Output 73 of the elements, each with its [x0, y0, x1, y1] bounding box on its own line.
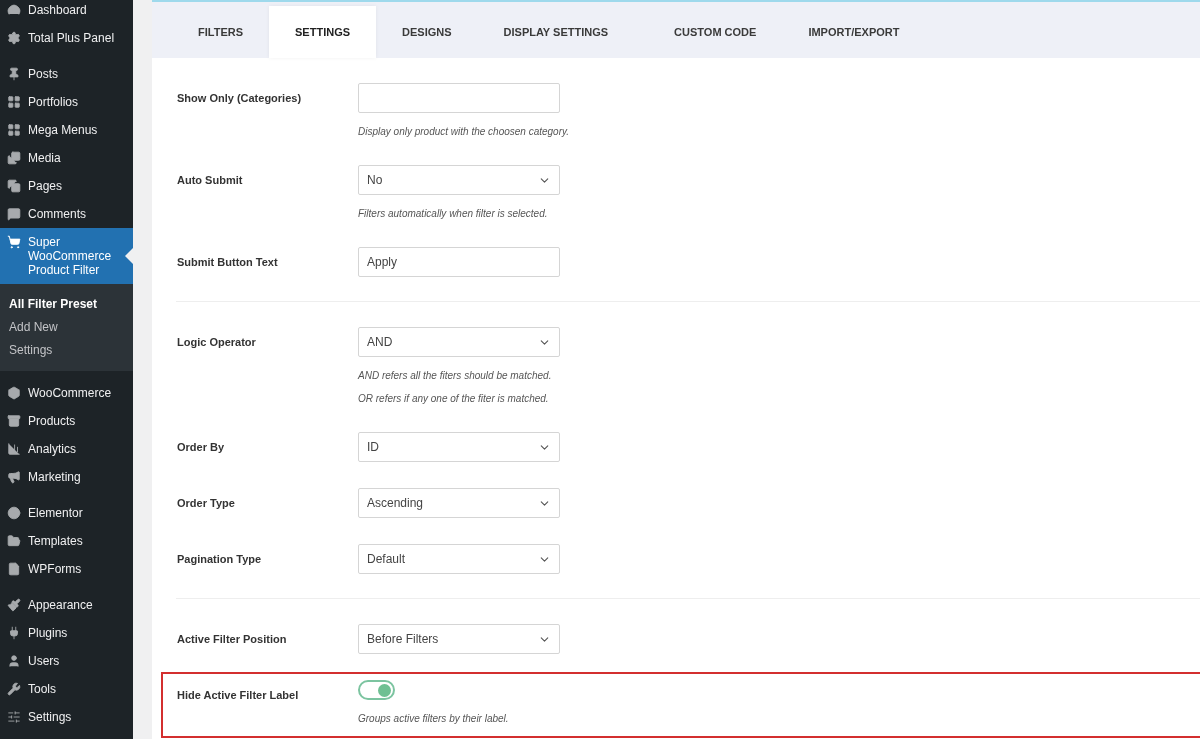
sliders-icon: [7, 710, 21, 724]
field-label: Auto Submit: [177, 174, 243, 186]
hint-text: Filters automatically when filter is selected.: [358, 207, 549, 221]
text-field[interactable]: Apply: [358, 247, 560, 277]
select-field[interactable]: AND: [358, 327, 560, 357]
submenu-item[interactable]: All Filter Preset: [0, 293, 133, 316]
field-label: Show Only (Categories): [177, 92, 302, 104]
hint-text: AND refers all the fiters should be matched.: [358, 369, 553, 383]
wrench-icon: [7, 682, 21, 696]
hint-text: OR refers if any one of the fiter is matched.: [358, 392, 550, 406]
field-label: Order Type: [177, 497, 235, 509]
sidebar-item[interactable]: Plugins: [0, 619, 133, 647]
folder-icon: [7, 534, 21, 548]
sidebar-item[interactable]: Marketing: [0, 463, 133, 491]
images-icon: [7, 151, 21, 165]
select-field[interactable]: Ascending: [358, 488, 560, 518]
select-field[interactable]: No: [358, 165, 560, 195]
tab[interactable]: DESIGNS: [376, 6, 478, 58]
submenu-item[interactable]: Add New: [0, 316, 133, 339]
select-field[interactable]: ID: [358, 432, 560, 462]
field-label: Pagination Type: [177, 553, 262, 565]
tab[interactable]: FILTERS: [172, 6, 269, 58]
pointer-icon: [125, 248, 133, 264]
plug-icon: [7, 626, 21, 640]
tab[interactable]: IMPORT/EXPORT: [782, 6, 926, 58]
field-label: Hide Active Filter Label: [177, 689, 299, 701]
grid-icon: [7, 95, 21, 109]
sidebar-item[interactable]: Posts: [0, 60, 133, 88]
circle-icon: [7, 506, 21, 520]
sidebar-item[interactable]: Products: [0, 407, 133, 435]
user-icon: [7, 654, 21, 668]
sidebar-item[interactable]: Media: [0, 144, 133, 172]
megaphone-icon: [7, 470, 21, 484]
sidebar-item[interactable]: WooCommerce: [0, 379, 133, 407]
sidebar-item[interactable]: Tools: [0, 675, 133, 703]
field-label: Submit Button Text: [177, 256, 278, 268]
sidebar-item[interactable]: WPForms: [0, 555, 133, 583]
text-field[interactable]: [358, 83, 560, 113]
hint-text: Groups active filters by their label.: [358, 712, 509, 726]
tab[interactable]: CUSTOM CODE: [648, 6, 783, 58]
select-field[interactable]: Default: [358, 544, 560, 574]
archive-icon: [7, 414, 21, 428]
tab[interactable]: SETTINGS: [269, 6, 377, 58]
form-icon: [7, 562, 21, 576]
sidebar-item[interactable]: Super WooCommerce Product Filter: [0, 228, 133, 284]
speech-bubble-icon: [7, 207, 21, 221]
sidebar-item[interactable]: Total Plus Panel: [0, 24, 133, 52]
select-field[interactable]: Before Filters: [358, 624, 560, 654]
toggle-switch[interactable]: [358, 680, 395, 700]
sidebar-item[interactable]: Analytics: [0, 435, 133, 463]
paintbrush-icon: [7, 598, 21, 612]
tab[interactable]: DISPLAY SETTINGS: [477, 6, 635, 58]
grid-icon: [7, 123, 21, 137]
field-label: Logic Operator: [177, 336, 256, 348]
hint-text: Display only product with the choosen category.: [358, 125, 570, 139]
cart-icon: [7, 235, 21, 249]
field-label: Active Filter Position: [177, 633, 287, 645]
package-icon: [7, 386, 21, 400]
sidebar-item[interactable]: Pages: [0, 172, 133, 200]
sidebar-item[interactable]: Appearance: [0, 591, 133, 619]
sidebar-item[interactable]: Elementor: [0, 499, 133, 527]
field-label: Order By: [177, 441, 225, 453]
sidebar-item[interactable]: Settings: [0, 703, 133, 731]
pages-icon: [7, 179, 21, 193]
sidebar-item[interactable]: Users: [0, 647, 133, 675]
pin-icon: [7, 67, 21, 81]
sidebar-item[interactable]: Portfolios: [0, 88, 133, 116]
gear-icon: [7, 31, 21, 45]
sidebar-item[interactable]: Templates: [0, 527, 133, 555]
sidebar-item[interactable]: Mega Menus: [0, 116, 133, 144]
sidebar-item[interactable]: Comments: [0, 200, 133, 228]
submenu-item[interactable]: Settings: [0, 339, 133, 362]
sidebar-item[interactable]: Dashboard: [0, 0, 133, 24]
